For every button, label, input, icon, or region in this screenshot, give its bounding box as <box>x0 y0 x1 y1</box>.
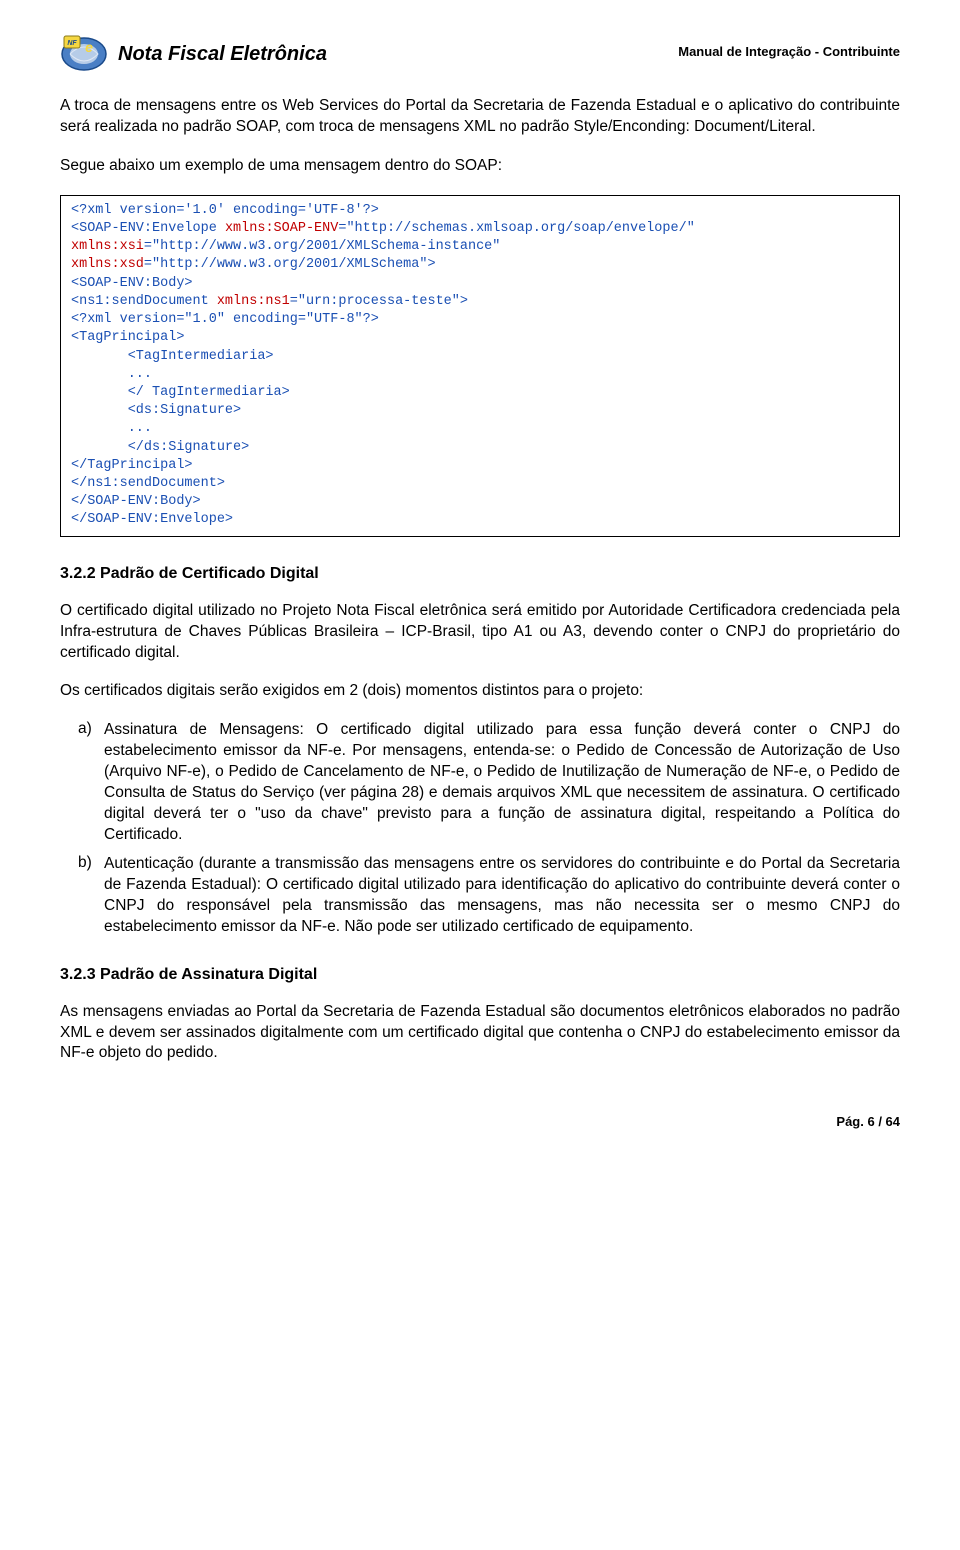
intro-paragraph-2: Segue abaixo um exemplo de uma mensagem … <box>60 156 900 177</box>
code-line: ="urn:processa-teste"> <box>290 294 468 309</box>
list-body: Autenticação (durante a transmissão das … <box>104 854 900 938</box>
section-322-p1: O certificado digital utilizado no Proje… <box>60 601 900 664</box>
svg-text:e: e <box>85 39 93 55</box>
soap-code-block: <?xml version='1.0' encoding='UTF-8'?> <… <box>60 195 900 537</box>
section-322-p2: Os certificados digitais serão exigidos … <box>60 681 900 702</box>
code-line: <SOAP-ENV:Body> <box>71 276 193 291</box>
list-marker: b) <box>60 854 104 938</box>
code-line: <ns1:sendDocument <box>71 294 217 309</box>
code-line: </ TagIntermediaria> <box>71 385 290 400</box>
page-title: Nota Fiscal Eletrônica <box>118 43 327 66</box>
code-line: </SOAP-ENV:Body> <box>71 494 201 509</box>
code-attr: xmlns:xsd <box>71 257 144 272</box>
code-attr: xmlns:xsi <box>71 239 144 254</box>
list-marker: a) <box>60 720 104 846</box>
code-line: ="http://schemas.xmlsoap.org/soap/envelo… <box>338 221 694 236</box>
code-line: <TagIntermediaria> <box>71 349 274 364</box>
list-item-b: b) Autenticação (durante a transmissão d… <box>60 854 900 938</box>
code-line: </TagPrincipal> <box>71 458 193 473</box>
code-line: <SOAP-ENV:Envelope <box>71 221 225 236</box>
code-line: <ds:Signature> <box>71 403 241 418</box>
code-line: ... <box>71 367 152 382</box>
page-header: NF e Nota Fiscal Eletrônica Manual de In… <box>60 30 900 78</box>
code-line: <?xml version="1.0" encoding="UTF-8"?> <box>71 312 379 327</box>
list-item-a: a) Assinatura de Mensagens: O certificad… <box>60 720 900 846</box>
intro-paragraph-1: A troca de mensagens entre os Web Servic… <box>60 96 900 138</box>
list-body: Assinatura de Mensagens: O certificado d… <box>104 720 900 846</box>
section-323-heading: 3.2.3 Padrão de Assinatura Digital <box>60 966 900 984</box>
code-line: </SOAP-ENV:Envelope> <box>71 512 233 527</box>
code-attr: xmlns:ns1 <box>217 294 290 309</box>
code-line: ="http://www.w3.org/2001/XMLSchema"> <box>144 257 436 272</box>
header-left: NF e Nota Fiscal Eletrônica <box>60 30 327 78</box>
code-line: <?xml version='1.0' encoding='UTF-8'?> <box>71 203 379 218</box>
code-attr: xmlns:SOAP-ENV <box>225 221 338 236</box>
section-323-p1: As mensagens enviadas ao Portal da Secre… <box>60 1002 900 1065</box>
page-footer: Pág. 6 / 64 <box>60 1114 900 1129</box>
svg-text:NF: NF <box>67 40 77 47</box>
code-line: </ns1:sendDocument> <box>71 476 225 491</box>
header-subtitle: Manual de Integração - Contribuinte <box>678 30 900 59</box>
nfe-logo-icon: NF e <box>60 30 108 78</box>
code-line: ... <box>71 421 152 436</box>
section-322-heading: 3.2.2 Padrão de Certificado Digital <box>60 565 900 583</box>
code-line: ="http://www.w3.org/2001/XMLSchema-insta… <box>144 239 500 254</box>
code-line: </ds:Signature> <box>71 440 249 455</box>
code-line: <TagPrincipal> <box>71 330 184 345</box>
